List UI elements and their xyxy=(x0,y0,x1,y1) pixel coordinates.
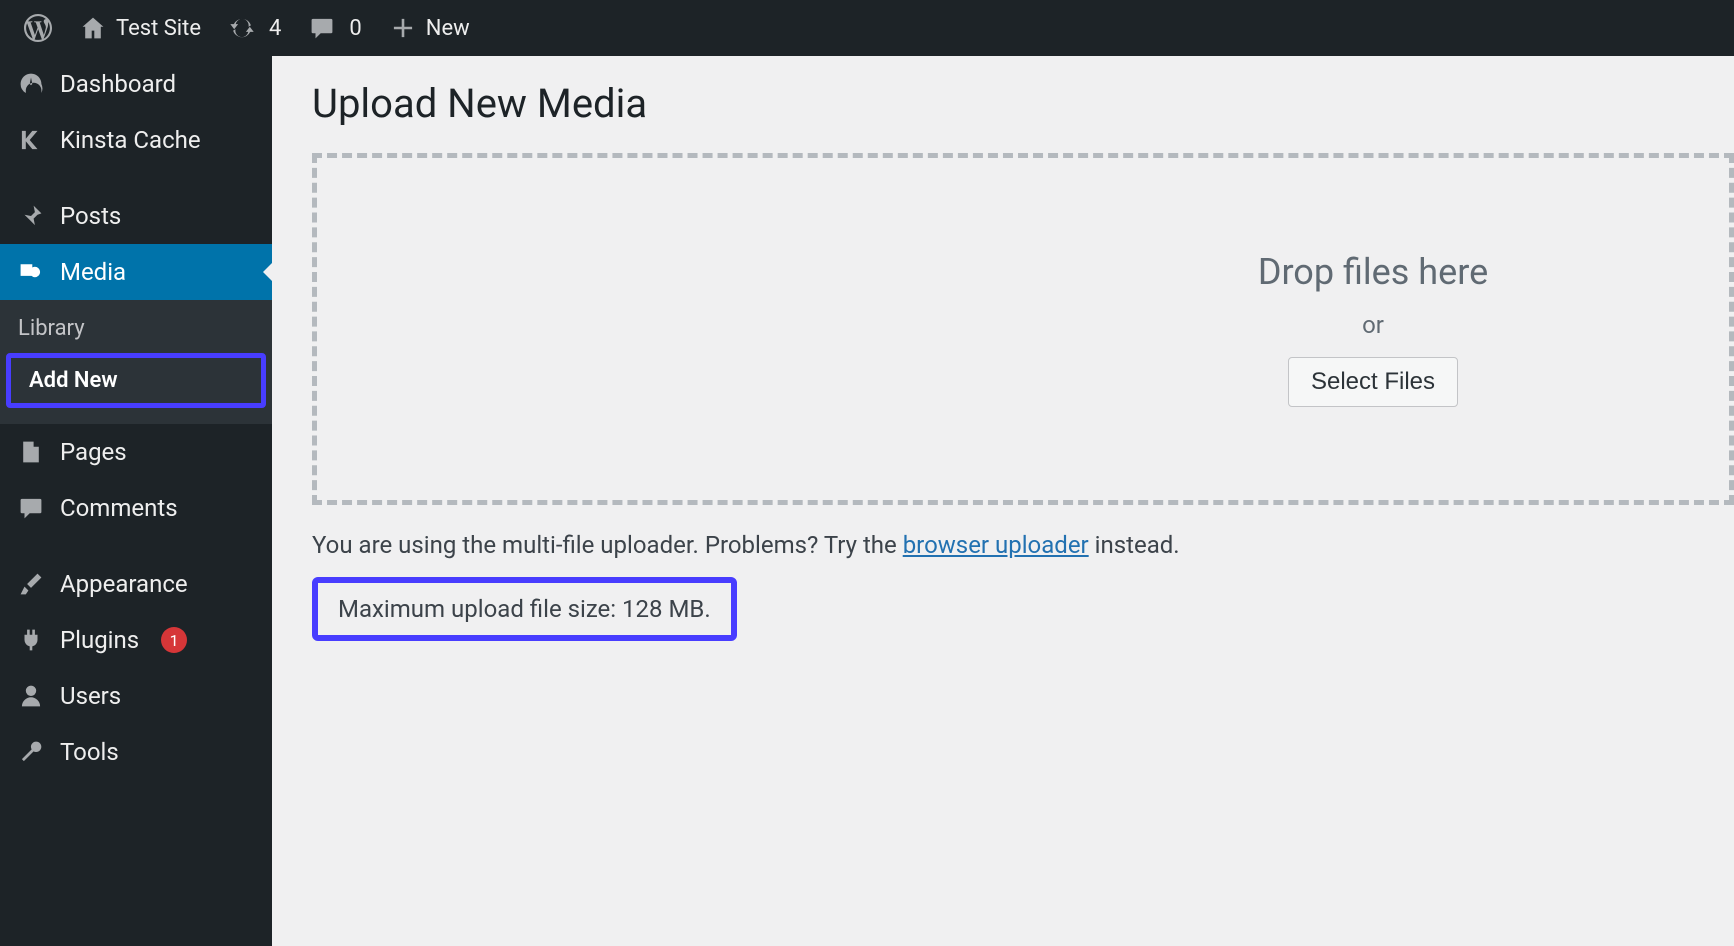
site-name-link[interactable]: Test Site xyxy=(66,0,215,56)
drop-title: Drop files here xyxy=(1258,251,1488,293)
wordpress-icon xyxy=(24,14,52,42)
sidebar-item-comments[interactable]: Comments xyxy=(0,480,272,536)
refresh-icon xyxy=(229,15,255,41)
sidebar-item-label: Appearance xyxy=(60,570,188,598)
main-content: Upload New Media Drop files here or Sele… xyxy=(272,56,1734,946)
comment-icon xyxy=(309,15,335,41)
sidebar-item-label: Comments xyxy=(60,494,178,522)
pin-icon xyxy=(18,203,44,229)
pages-icon xyxy=(18,439,44,465)
comments-count: 0 xyxy=(349,16,361,41)
plus-icon xyxy=(390,15,416,41)
sidebar-item-posts[interactable]: Posts xyxy=(0,188,272,244)
sidebar-item-dashboard[interactable]: Dashboard xyxy=(0,56,272,112)
note-post: instead. xyxy=(1089,531,1180,559)
submenu-item-library[interactable]: Library xyxy=(0,306,272,351)
menu-separator xyxy=(0,536,272,556)
drop-or: or xyxy=(1362,311,1384,339)
submenu-label: Add New xyxy=(29,368,118,393)
sidebar-item-appearance[interactable]: Appearance xyxy=(0,556,272,612)
site-name-label: Test Site xyxy=(116,16,201,41)
sidebar-item-tools[interactable]: Tools xyxy=(0,724,272,780)
user-icon xyxy=(18,683,44,709)
plug-icon xyxy=(18,627,44,653)
comment-icon xyxy=(18,495,44,521)
updates-link[interactable]: 4 xyxy=(215,0,295,56)
highlight-annotation: Add New xyxy=(6,353,266,408)
wp-logo[interactable] xyxy=(10,0,66,56)
plugins-badge: 1 xyxy=(161,627,187,653)
admin-bar: Test Site 4 0 New xyxy=(0,0,1734,56)
admin-sidebar: Dashboard Kinsta Cache Posts Media Libra… xyxy=(0,56,272,946)
sidebar-item-label: Dashboard xyxy=(60,70,176,98)
sidebar-item-label: Posts xyxy=(60,202,121,230)
uploader-note: You are using the multi-file uploader. P… xyxy=(312,531,1734,559)
sidebar-item-label: Tools xyxy=(60,738,119,766)
comments-link[interactable]: 0 xyxy=(295,0,375,56)
sidebar-item-users[interactable]: Users xyxy=(0,668,272,724)
menu-separator xyxy=(0,168,272,188)
page-title: Upload New Media xyxy=(312,80,1734,127)
media-icon xyxy=(18,259,44,285)
kinsta-icon xyxy=(18,127,44,153)
sidebar-item-pages[interactable]: Pages xyxy=(0,424,272,480)
note-pre: You are using the multi-file uploader. P… xyxy=(312,531,903,559)
sidebar-item-label: Media xyxy=(60,258,126,286)
sidebar-item-plugins[interactable]: Plugins 1 xyxy=(0,612,272,668)
dashboard-icon xyxy=(18,71,44,97)
sidebar-item-label: Pages xyxy=(60,438,127,466)
sidebar-item-label: Plugins xyxy=(60,626,139,654)
media-submenu: Library Add New xyxy=(0,300,272,424)
new-content-link[interactable]: New xyxy=(376,0,484,56)
sidebar-item-label: Users xyxy=(60,682,121,710)
select-files-button[interactable]: Select Files xyxy=(1288,357,1458,407)
sidebar-item-kinsta[interactable]: Kinsta Cache xyxy=(0,112,272,168)
browser-uploader-link[interactable]: browser uploader xyxy=(903,531,1089,559)
submenu-item-addnew[interactable]: Add New xyxy=(11,358,261,403)
upload-dropzone[interactable]: Drop files here or Select Files xyxy=(312,153,1734,505)
wrench-icon xyxy=(18,739,44,765)
new-label: New xyxy=(426,16,470,41)
sidebar-item-label: Kinsta Cache xyxy=(60,126,201,154)
updates-count: 4 xyxy=(269,16,281,41)
max-upload-size: Maximum upload file size: 128 MB. xyxy=(312,577,737,641)
sidebar-item-media[interactable]: Media xyxy=(0,244,272,300)
submenu-label: Library xyxy=(18,316,85,341)
home-icon xyxy=(80,15,106,41)
brush-icon xyxy=(18,571,44,597)
